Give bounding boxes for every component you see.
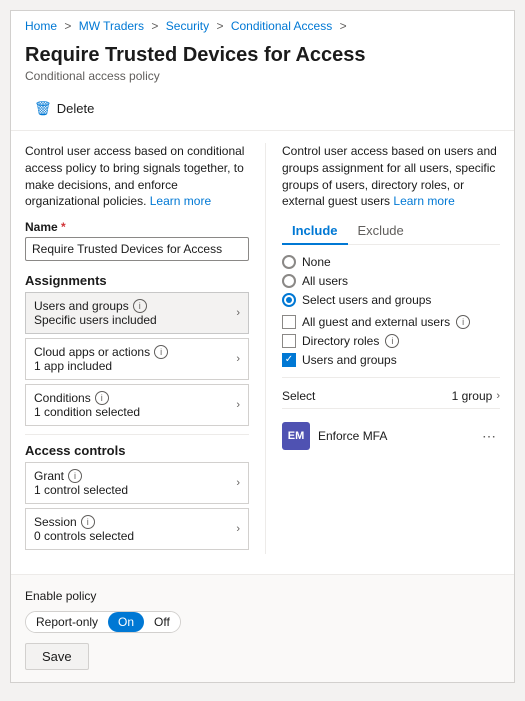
tab-exclude[interactable]: Exclude bbox=[348, 218, 414, 245]
radio-none-label: None bbox=[302, 255, 331, 269]
session-chevron: › bbox=[236, 523, 240, 535]
group-item: EM Enforce MFA ⋯ bbox=[282, 417, 500, 455]
name-label: Name * bbox=[25, 220, 249, 234]
select-value: 1 group bbox=[452, 389, 493, 403]
radio-select-users[interactable]: Select users and groups bbox=[282, 293, 500, 307]
cloud-apps-row[interactable]: Cloud apps or actions i 1 app included › bbox=[25, 338, 249, 380]
right-description: Control user access based on users and g… bbox=[282, 143, 500, 210]
conditions-chevron: › bbox=[236, 399, 240, 411]
cloud-apps-label: Cloud apps or actions bbox=[34, 345, 150, 359]
grant-chevron: › bbox=[236, 477, 240, 489]
delete-button[interactable]: 🗑 Delete bbox=[25, 95, 103, 122]
checkbox-users-box: ✓ bbox=[282, 353, 296, 367]
toggle-on[interactable]: On bbox=[108, 612, 144, 632]
session-row[interactable]: Session i 0 controls selected › bbox=[25, 508, 249, 550]
checkbox-directory-box bbox=[282, 334, 296, 348]
session-label: Session bbox=[34, 515, 77, 529]
radio-group: None All users Select users and groups bbox=[282, 255, 500, 307]
conditions-value: 1 condition selected bbox=[34, 405, 140, 419]
radio-select-users-circle bbox=[282, 293, 296, 307]
users-groups-label: Users and groups bbox=[34, 299, 129, 313]
checkbox-users-label: Users and groups bbox=[302, 353, 397, 367]
users-groups-info-icon[interactable]: i bbox=[133, 299, 147, 313]
breadcrumb-conditional-access[interactable]: Conditional Access bbox=[231, 19, 332, 33]
page-container: Home > MW Traders > Security > Condition… bbox=[10, 10, 515, 683]
name-input[interactable] bbox=[25, 237, 249, 261]
radio-none[interactable]: None bbox=[282, 255, 500, 269]
radio-dot bbox=[286, 297, 292, 303]
users-groups-value: Specific users included bbox=[34, 313, 157, 327]
group-item-left: EM Enforce MFA bbox=[282, 422, 387, 450]
select-label: Select bbox=[282, 389, 315, 403]
checkbox-directory-roles[interactable]: Directory roles i bbox=[282, 334, 500, 348]
group-ellipsis-button[interactable]: ⋯ bbox=[478, 426, 500, 447]
divider-1 bbox=[25, 434, 249, 435]
learn-more-link-2[interactable]: Learn more bbox=[393, 194, 454, 208]
page-title: Require Trusted Devices for Access bbox=[25, 43, 500, 67]
checkbox-check-icon: ✓ bbox=[285, 355, 293, 365]
checkbox-users-groups[interactable]: ✓ Users and groups bbox=[282, 353, 500, 367]
grant-label: Grant bbox=[34, 469, 64, 483]
session-info-icon[interactable]: i bbox=[81, 515, 95, 529]
left-panel: Control user access based on conditional… bbox=[25, 143, 265, 554]
checkbox-guest-external[interactable]: All guest and external users i bbox=[282, 315, 500, 329]
checkbox-guest-label: All guest and external users bbox=[302, 315, 450, 329]
breadcrumb-home[interactable]: Home bbox=[25, 19, 57, 33]
guest-info-icon[interactable]: i bbox=[456, 315, 470, 329]
page-header: Require Trusted Devices for Access Condi… bbox=[11, 37, 514, 89]
tabs: Include Exclude bbox=[282, 218, 500, 245]
group-name: Enforce MFA bbox=[318, 429, 387, 443]
policy-toggle[interactable]: Report-only On Off bbox=[25, 611, 181, 633]
main-content: Control user access based on conditional… bbox=[11, 131, 514, 554]
grant-row[interactable]: Grant i 1 control selected › bbox=[25, 462, 249, 504]
toolbar: 🗑 Delete bbox=[11, 89, 514, 131]
grant-info-icon[interactable]: i bbox=[68, 469, 82, 483]
delete-label: Delete bbox=[57, 101, 95, 116]
breadcrumb: Home > MW Traders > Security > Condition… bbox=[11, 11, 514, 37]
toggle-off[interactable]: Off bbox=[144, 612, 180, 632]
checkbox-guest-box bbox=[282, 315, 296, 329]
required-star: * bbox=[61, 220, 66, 234]
directory-info-icon[interactable]: i bbox=[385, 334, 399, 348]
delete-icon: 🗑 bbox=[34, 100, 52, 117]
tab-include[interactable]: Include bbox=[282, 218, 348, 245]
breadcrumb-security[interactable]: Security bbox=[166, 19, 209, 33]
users-groups-chevron: › bbox=[236, 307, 240, 319]
right-panel: Control user access based on users and g… bbox=[265, 143, 500, 554]
assignments-title: Assignments bbox=[25, 273, 249, 288]
radio-none-circle bbox=[282, 255, 296, 269]
cloud-apps-chevron: › bbox=[236, 353, 240, 365]
left-description: Control user access based on conditional… bbox=[25, 143, 249, 210]
conditions-label: Conditions bbox=[34, 391, 91, 405]
users-groups-row[interactable]: Users and groups i Specific users includ… bbox=[25, 292, 249, 334]
breadcrumb-mwtraders[interactable]: MW Traders bbox=[79, 19, 144, 33]
page-subtitle: Conditional access policy bbox=[25, 69, 500, 83]
radio-all-users-circle bbox=[282, 274, 296, 288]
toggle-report-only[interactable]: Report-only bbox=[26, 612, 108, 632]
select-chevron: › bbox=[496, 390, 500, 402]
right-divider bbox=[282, 377, 500, 378]
learn-more-link-1[interactable]: Learn more bbox=[150, 194, 211, 208]
save-button[interactable]: Save bbox=[25, 643, 89, 670]
checkbox-group: All guest and external users i Directory… bbox=[282, 315, 500, 367]
checkbox-directory-label: Directory roles bbox=[302, 334, 379, 348]
select-row[interactable]: Select 1 group › bbox=[282, 384, 500, 409]
toggle-container: Report-only On Off bbox=[25, 611, 500, 633]
group-avatar: EM bbox=[282, 422, 310, 450]
cloud-apps-value: 1 app included bbox=[34, 359, 168, 373]
conditions-info-icon[interactable]: i bbox=[95, 391, 109, 405]
session-value: 0 controls selected bbox=[34, 529, 134, 543]
footer: Enable policy Report-only On Off Save bbox=[11, 574, 514, 682]
cloud-apps-info-icon[interactable]: i bbox=[154, 345, 168, 359]
access-controls-title: Access controls bbox=[25, 443, 249, 458]
enable-policy-label: Enable policy bbox=[25, 589, 500, 603]
radio-select-users-label: Select users and groups bbox=[302, 293, 431, 307]
radio-all-users[interactable]: All users bbox=[282, 274, 500, 288]
grant-value: 1 control selected bbox=[34, 483, 128, 497]
conditions-row[interactable]: Conditions i 1 condition selected › bbox=[25, 384, 249, 426]
radio-all-users-label: All users bbox=[302, 274, 348, 288]
